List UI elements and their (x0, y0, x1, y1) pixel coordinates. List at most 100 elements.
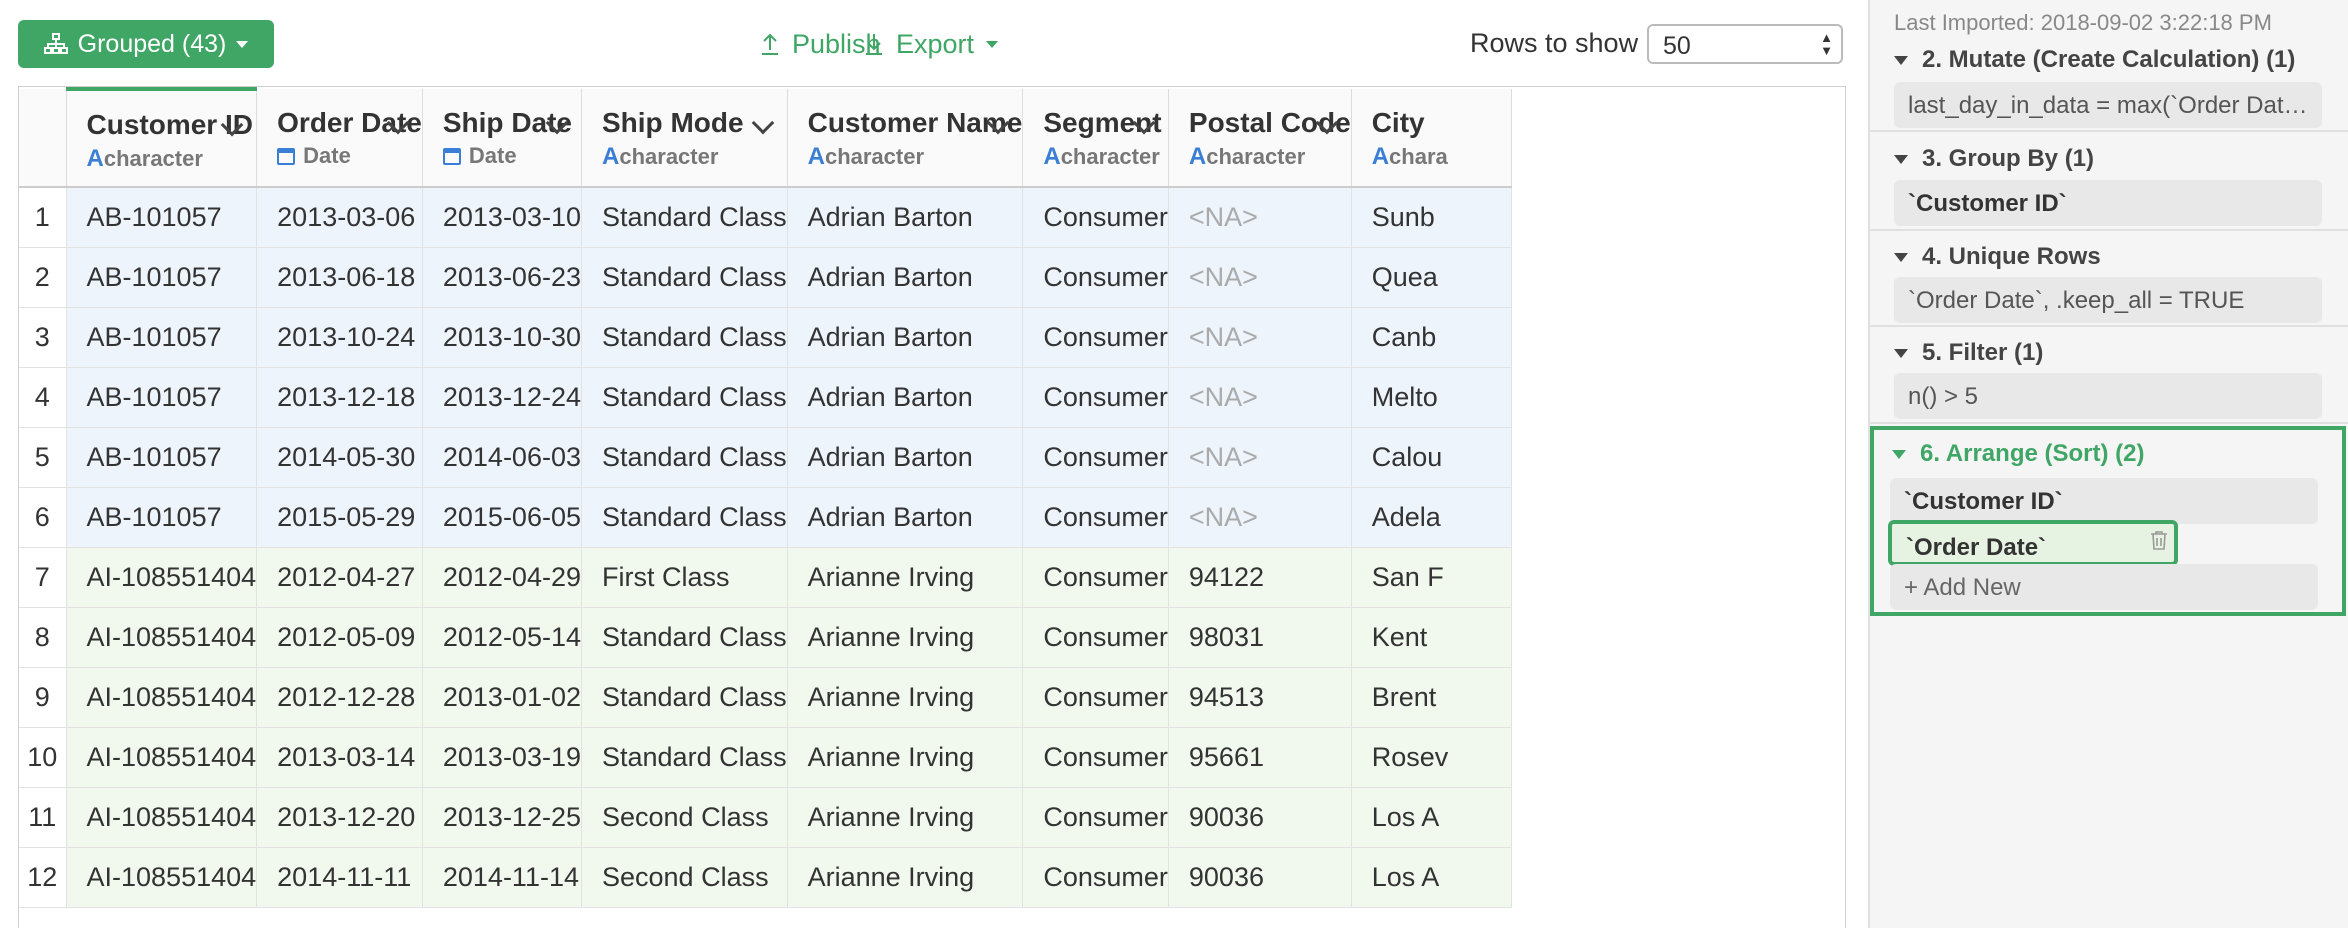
step-chip[interactable]: `Customer ID` (1890, 478, 2318, 524)
table-cell[interactable]: Calou (1351, 427, 1512, 488)
table-cell[interactable]: Adrian Barton (787, 427, 1024, 488)
table-cell[interactable]: AB-101057 (66, 247, 258, 308)
rows-to-show-select[interactable]: 50 ▲ ▼ (1647, 24, 1843, 64)
table-cell[interactable]: 2014-11-11 (256, 847, 423, 908)
table-cell[interactable]: 2013-03-14 (256, 727, 423, 788)
column-header[interactable]: Postal Code Acharacter (1168, 89, 1352, 188)
table-cell[interactable]: 2013-12-18 (256, 367, 423, 428)
column-header[interactable]: Customer ID Acharacter (66, 87, 258, 188)
table-cell[interactable]: Standard Class (581, 367, 788, 428)
table-cell[interactable]: 2012-05-14 (422, 607, 583, 668)
table-row[interactable]: 10 AI-108551404 2013-03-14 2013-03-19 Standa… (19, 727, 1512, 788)
table-cell[interactable]: Adela (1351, 487, 1512, 548)
table-cell[interactable]: <NA> (1168, 427, 1352, 488)
table-cell[interactable]: Consumer (1022, 247, 1169, 308)
table-cell[interactable]: Arianne Irving (787, 547, 1024, 608)
table-row[interactable]: 5 AB-101057 2014-05-30 2014-06-03 Standard C… (19, 427, 1512, 488)
table-cell[interactable]: 2013-03-19 (422, 727, 583, 788)
column-header[interactable]: Customer Name Acharacter (787, 89, 1024, 188)
table-cell[interactable]: AI-108551404 (66, 547, 258, 608)
table-row[interactable]: 3 AB-101057 2013-10-24 2013-10-30 Standard C… (19, 307, 1512, 368)
table-cell[interactable]: AB-101057 (66, 487, 258, 548)
table-cell[interactable]: 2014-05-30 (256, 427, 423, 488)
table-cell[interactable]: 2013-10-24 (256, 307, 423, 368)
trash-icon[interactable] (2150, 530, 2168, 550)
table-cell[interactable]: Arianne Irving (787, 727, 1024, 788)
table-row[interactable]: 12 AI-108551404 2014-11-11 2014-11-14 Second… (19, 847, 1512, 908)
table-row[interactable]: 8 AI-108551404 2012-05-09 2012-05-14 Standar… (19, 607, 1512, 668)
table-cell[interactable]: Sunb (1351, 187, 1512, 248)
column-header[interactable]: Segment Acharacter (1022, 89, 1169, 188)
table-row[interactable]: 9 AI-108551404 2012-12-28 2013-01-02 Standar… (19, 667, 1512, 728)
step-chip[interactable]: `Customer ID` (1894, 180, 2322, 226)
table-cell[interactable]: Standard Class (581, 247, 788, 308)
table-cell[interactable]: Second Class (581, 787, 788, 848)
table-cell[interactable]: Standard Class (581, 727, 788, 788)
table-cell[interactable]: Consumer (1022, 727, 1169, 788)
table-cell[interactable]: AB-101057 (66, 187, 258, 248)
table-cell[interactable]: 2013-10-30 (422, 307, 583, 368)
table-cell[interactable]: 2014-11-14 (422, 847, 583, 908)
column-header[interactable]: Ship Date Date (422, 89, 583, 188)
table-cell[interactable]: 2013-01-02 (422, 667, 583, 728)
table-cell[interactable]: AB-101057 (66, 367, 258, 428)
table-cell[interactable]: Consumer (1022, 547, 1169, 608)
table-cell[interactable]: Arianne Irving (787, 847, 1024, 908)
table-cell[interactable]: 94513 (1168, 667, 1352, 728)
table-cell[interactable]: Quea (1351, 247, 1512, 308)
table-cell[interactable]: <NA> (1168, 187, 1352, 248)
table-cell[interactable]: Consumer (1022, 847, 1169, 908)
table-cell[interactable]: 2014-06-03 (422, 427, 583, 488)
table-row[interactable]: 7 AI-108551404 2012-04-27 2012-04-29 First C… (19, 547, 1512, 608)
table-row[interactable]: 2 AB-101057 2013-06-18 2013-06-23 Standard C… (19, 247, 1512, 308)
table-cell[interactable]: Standard Class (581, 307, 788, 368)
table-cell[interactable]: San F (1351, 547, 1512, 608)
publish-button[interactable]: Publish (760, 26, 881, 62)
add-new-button[interactable]: + Add New (1890, 564, 2318, 610)
table-cell[interactable]: <NA> (1168, 247, 1352, 308)
column-header[interactable]: City Achara (1351, 89, 1512, 188)
table-cell[interactable]: 2013-06-18 (256, 247, 423, 308)
table-cell[interactable]: 95661 (1168, 727, 1352, 788)
table-cell[interactable]: Standard Class (581, 667, 788, 728)
table-cell[interactable]: 2013-03-10 (422, 187, 583, 248)
table-cell[interactable]: Los A (1351, 847, 1512, 908)
export-button[interactable]: Export (864, 26, 999, 62)
step-arrange[interactable]: 6. Arrange (Sort) (2) `Customer ID` `Ord… (1870, 426, 2346, 616)
table-cell[interactable]: Los A (1351, 787, 1512, 848)
table-cell[interactable]: <NA> (1168, 367, 1352, 428)
step-unique-rows[interactable]: 4. Unique Rows `Order Date`, .keep_all =… (1870, 231, 2348, 327)
table-cell[interactable]: 2013-12-20 (256, 787, 423, 848)
table-cell[interactable]: 2013-06-23 (422, 247, 583, 308)
table-cell[interactable]: <NA> (1168, 307, 1352, 368)
table-cell[interactable]: 90036 (1168, 847, 1352, 908)
grouped-button[interactable]: Grouped (43) (18, 20, 274, 68)
table-row[interactable]: 1 AB-101057 2013-03-06 2013-03-10 Standard C… (19, 187, 1512, 248)
table-cell[interactable]: Consumer (1022, 667, 1169, 728)
table-cell[interactable]: Arianne Irving (787, 787, 1024, 848)
table-cell[interactable]: 98031 (1168, 607, 1352, 668)
table-cell[interactable]: AI-108551404 (66, 847, 258, 908)
table-cell[interactable]: AB-101057 (66, 427, 258, 488)
step-chip[interactable]: last_day_in_data = max(`Order Dat… (1894, 82, 2322, 128)
step-chip[interactable]: `Order Date`, .keep_all = TRUE (1894, 277, 2322, 323)
table-cell[interactable]: 90036 (1168, 787, 1352, 848)
table-cell[interactable]: Consumer (1022, 607, 1169, 668)
table-cell[interactable]: Consumer (1022, 787, 1169, 848)
column-header[interactable]: Ship Mode Acharacter (581, 89, 788, 188)
table-cell[interactable]: Adrian Barton (787, 187, 1024, 248)
table-cell[interactable]: AI-108551404 (66, 727, 258, 788)
table-cell[interactable]: 2015-06-05 (422, 487, 583, 548)
table-row[interactable]: 11 AI-108551404 2013-12-20 2013-12-25 Second… (19, 787, 1512, 848)
table-cell[interactable]: AI-108551404 (66, 787, 258, 848)
table-cell[interactable]: Adrian Barton (787, 367, 1024, 428)
table-cell[interactable]: Standard Class (581, 487, 788, 548)
step-filter[interactable]: 5. Filter (1) n() > 5 (1870, 327, 2348, 424)
table-cell[interactable]: First Class (581, 547, 788, 608)
table-cell[interactable]: Adrian Barton (787, 487, 1024, 548)
table-cell[interactable]: Kent (1351, 607, 1512, 668)
table-cell[interactable]: Brent (1351, 667, 1512, 728)
table-cell[interactable]: 2012-04-27 (256, 547, 423, 608)
table-cell[interactable]: Consumer (1022, 367, 1169, 428)
step-group-by[interactable]: 3. Group By (1) `Customer ID` (1870, 132, 2348, 231)
